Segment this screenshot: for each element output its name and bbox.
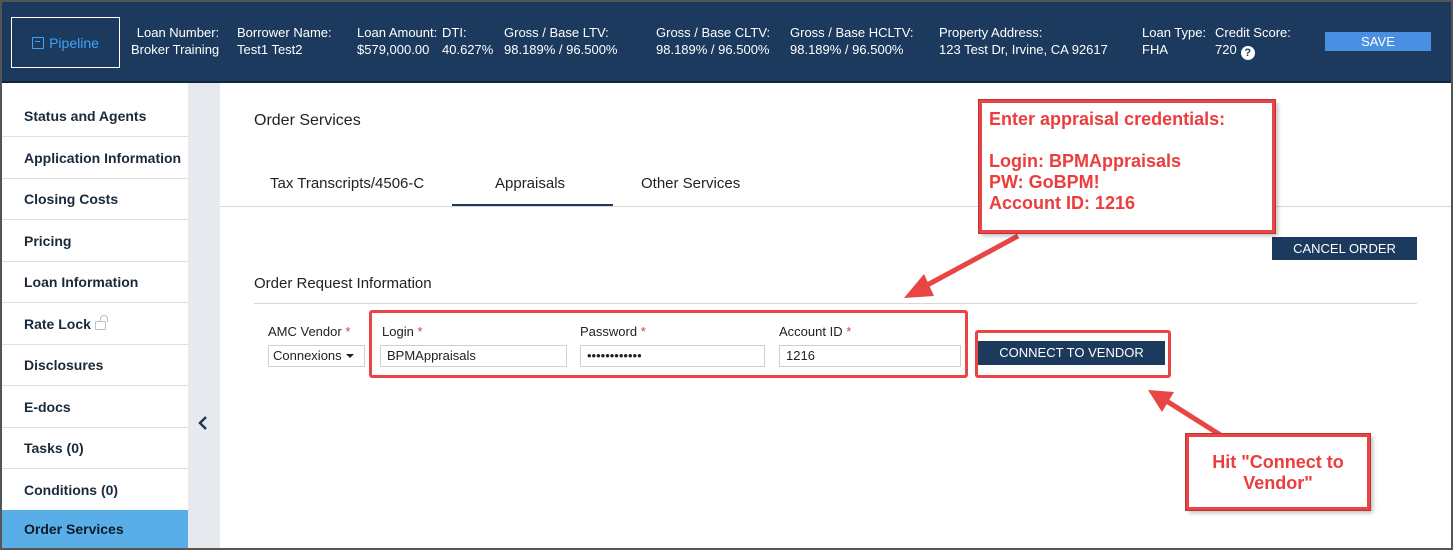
credentials-callout: Enter appraisal credentials: Login: BPMA… — [979, 100, 1275, 233]
connect-callout: Hit "Connect to Vendor" — [1186, 434, 1370, 510]
